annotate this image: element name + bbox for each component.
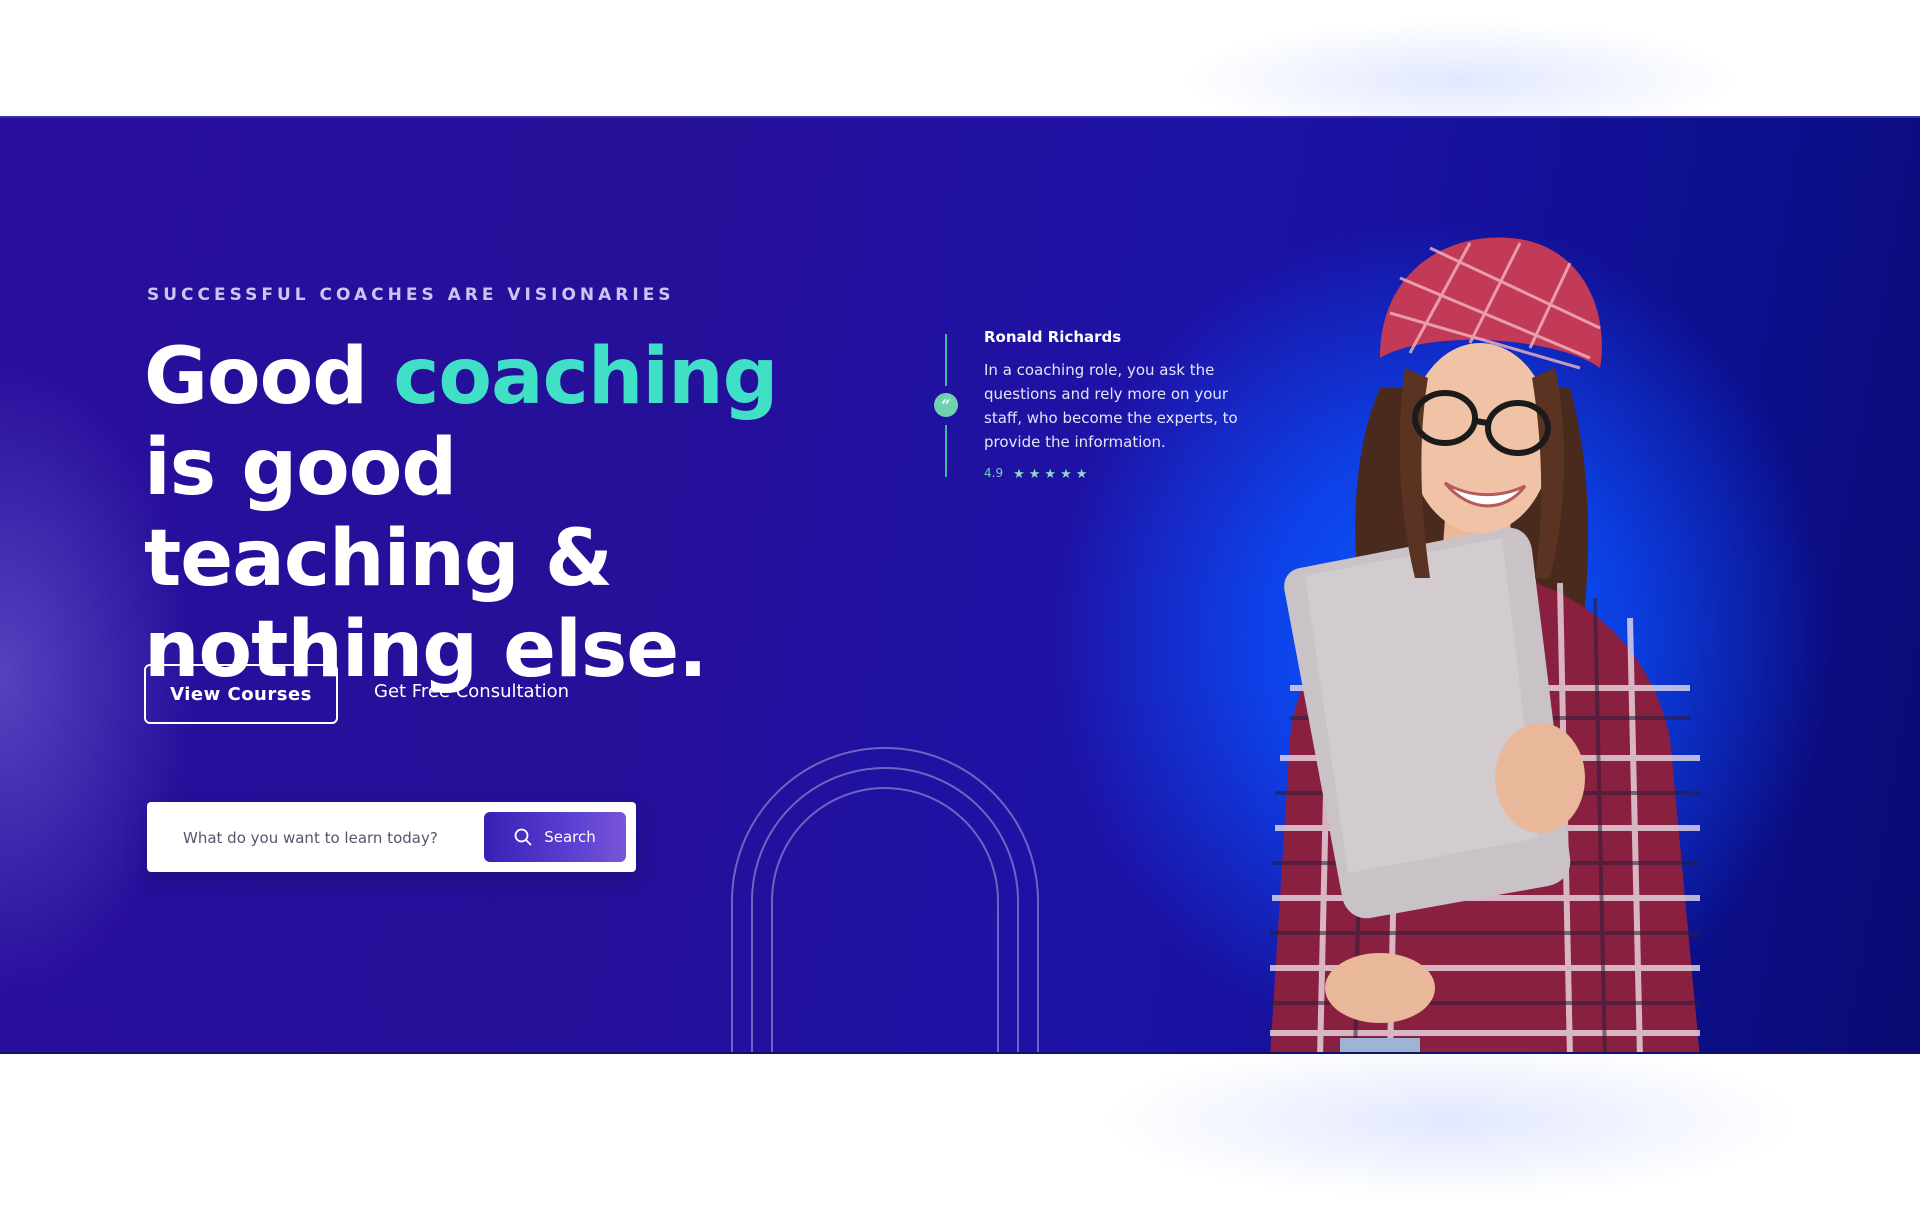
rating-score: 4.9 bbox=[984, 466, 1004, 480]
quote-icon: “ bbox=[934, 393, 958, 417]
hero-section: SUCCESSFUL COACHES ARE VISIONARIES Good … bbox=[0, 116, 1920, 1054]
arch-decoration bbox=[731, 747, 1039, 1052]
star-icon: ★ bbox=[1075, 465, 1088, 481]
star-icon: ★ bbox=[1044, 465, 1057, 481]
star-icon: ★ bbox=[1028, 465, 1041, 481]
testimonial-quote: In a coaching role, you ask the question… bbox=[984, 361, 1238, 451]
testimonial-divider-bottom bbox=[945, 425, 947, 477]
student-photo bbox=[1270, 237, 1700, 1052]
headline-accent: coaching bbox=[393, 332, 778, 422]
search-icon bbox=[514, 828, 532, 846]
search-button[interactable]: Search bbox=[484, 812, 626, 862]
star-icon: ★ bbox=[1013, 465, 1025, 481]
view-courses-button[interactable]: View Courses bbox=[144, 664, 338, 724]
hero-eyebrow: SUCCESSFUL COACHES ARE VISIONARIES bbox=[147, 285, 675, 305]
bottom-glow bbox=[1100, 1040, 1800, 1200]
testimonial-name: Ronald Richards bbox=[984, 328, 1122, 346]
headline-part-2: is good teaching & nothing else. bbox=[144, 423, 708, 695]
free-consultation-link[interactable]: Get Free Consultation bbox=[374, 681, 569, 702]
rating-stars: ★ ★ ★ ★ ★ bbox=[1013, 467, 1087, 480]
hero-headline: Good coaching is good teaching & nothing… bbox=[144, 332, 844, 696]
search-bar: Search bbox=[147, 802, 636, 872]
page: SUCCESSFUL COACHES ARE VISIONARIES Good … bbox=[0, 0, 1920, 1223]
testimonial-divider-top bbox=[945, 334, 947, 386]
star-icon: ★ bbox=[1060, 465, 1072, 481]
headline-part-1: Good bbox=[144, 332, 394, 422]
testimonial-rating: 4.9 ★ ★ ★ ★ ★ bbox=[984, 466, 1087, 480]
search-input[interactable] bbox=[181, 824, 445, 852]
search-button-label: Search bbox=[544, 828, 596, 846]
